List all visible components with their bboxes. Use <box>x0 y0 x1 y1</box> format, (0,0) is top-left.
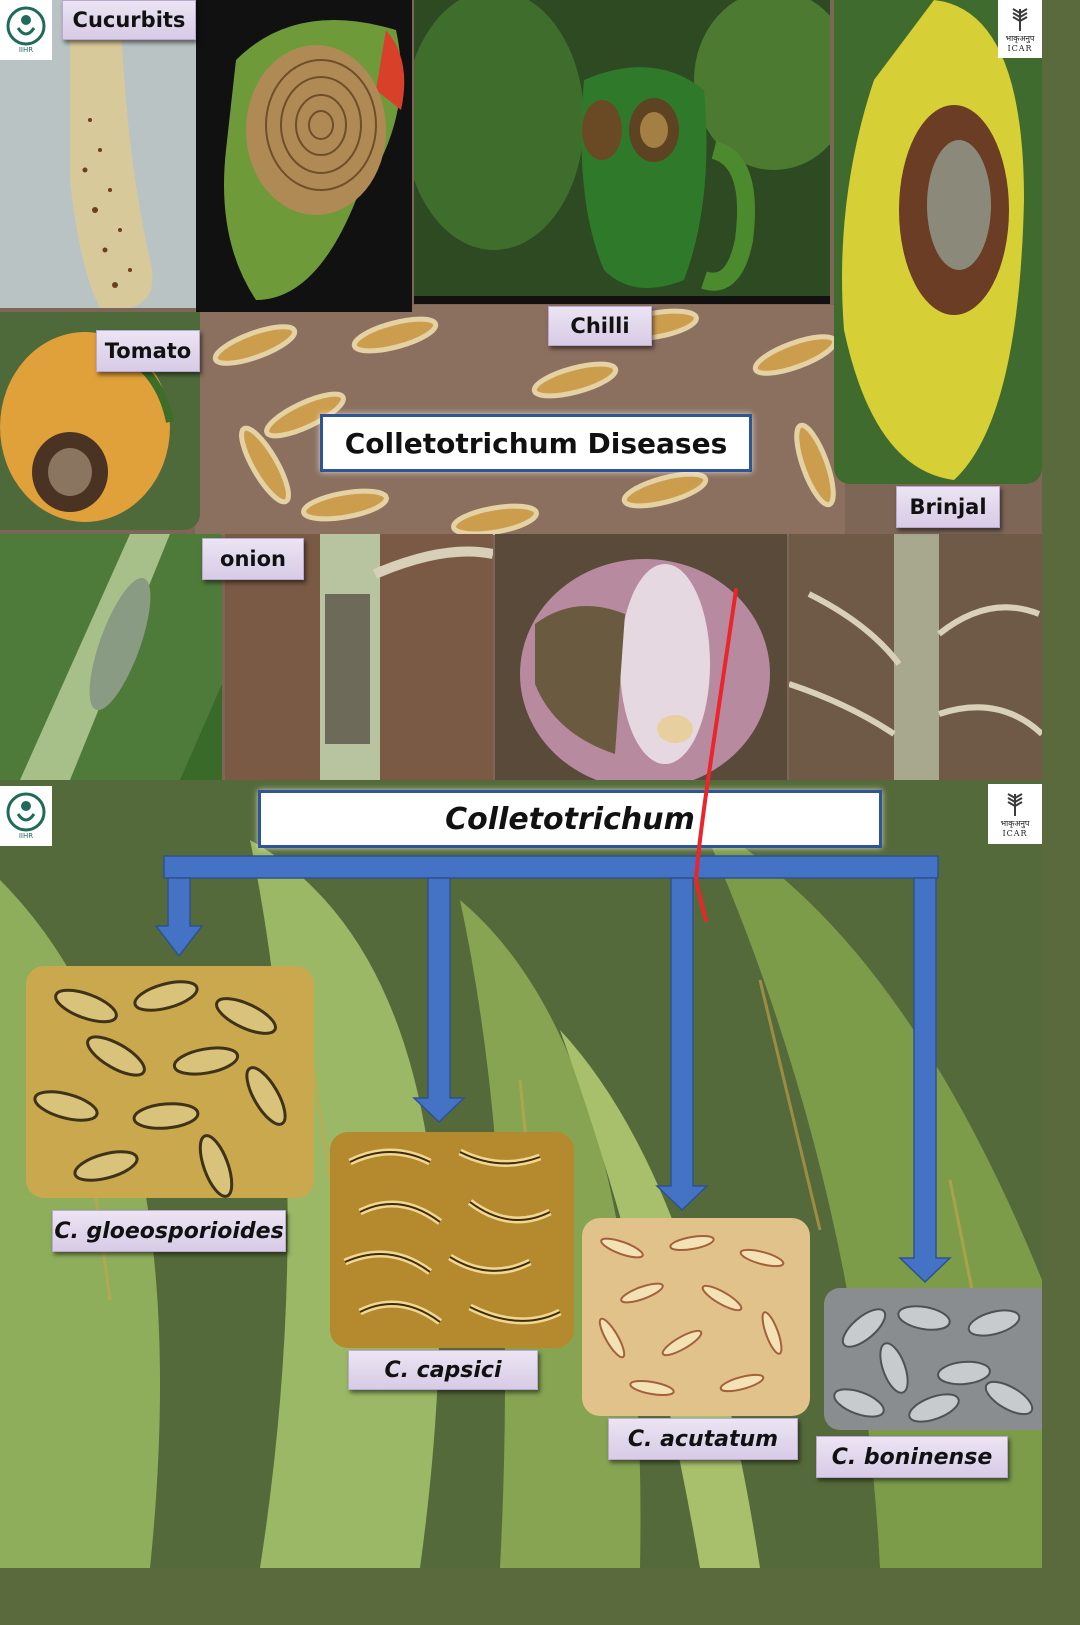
brinjal-label: Brinjal <box>896 486 1000 528</box>
acutatum-conidia <box>582 1218 810 1416</box>
chilli-label: Chilli <box>548 306 652 346</box>
arrow-capsici <box>412 877 466 1124</box>
iihr-logo: IIHR <box>0 0 52 60</box>
species-label-gloeosporioides: C. gloeosporioides <box>52 1210 286 1252</box>
bottom-panel: IIHR भाकृअनुप ICAR Colletotrichum C. glo… <box>0 780 1042 1568</box>
icar-text: ICAR <box>1007 44 1033 53</box>
arrow-gloeosporioides <box>154 877 204 958</box>
brinjal-photo <box>834 0 1042 484</box>
onion-photo-1 <box>0 534 222 780</box>
iihr-logo-text: IIHR <box>18 46 34 54</box>
diseases-title: Colletotrichum Diseases <box>320 414 752 472</box>
pepper-lesion-photo <box>196 0 412 312</box>
capsici-conidia <box>330 1132 574 1348</box>
arrow-boninense <box>898 877 952 1284</box>
species-label-boninense: C. boninense <box>816 1436 1008 1478</box>
tree-bar <box>163 855 939 879</box>
icar-hindi-text: भाकृअनुप <box>1005 34 1035 43</box>
species-label-acutatum: C. acutatum <box>608 1418 798 1460</box>
gloeosporioides-conidia <box>26 966 314 1198</box>
wheat-emblem-icon <box>1012 8 1028 31</box>
boninense-conidia <box>824 1288 1042 1430</box>
arrow-acutatum <box>655 877 709 1212</box>
top-panel: IIHR भाकृअनुप ICAR Cucurbits Tomato Chil… <box>0 0 1042 780</box>
onion-label: onion <box>202 538 304 580</box>
icar-logo: भाकृअनुप ICAR <box>998 0 1042 58</box>
species-label-capsici: C. capsici <box>348 1350 538 1390</box>
chilli-photo <box>414 0 830 304</box>
tomato-label: Tomato <box>96 330 200 372</box>
onion-photo-3 <box>495 534 787 780</box>
onion-photo-4 <box>789 534 1042 780</box>
iihr-emblem-icon <box>6 6 46 46</box>
cucurbits-label: Cucurbits <box>62 0 196 40</box>
